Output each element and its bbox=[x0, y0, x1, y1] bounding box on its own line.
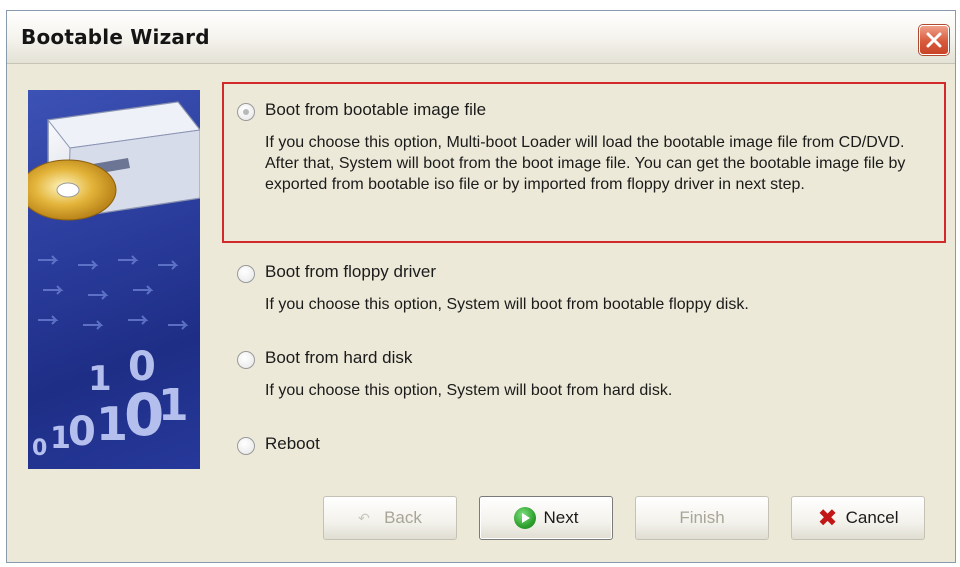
svg-text:0: 0 bbox=[68, 409, 96, 455]
cancel-button[interactable]: ✖ Cancel bbox=[791, 496, 925, 540]
bootable-wizard-dialog: Bootable Wizard 0 1 0 1 0 1 1 0 Boot fro… bbox=[6, 10, 956, 563]
finish-button[interactable]: Finish bbox=[635, 496, 769, 540]
radio-boot-from-image[interactable] bbox=[237, 103, 255, 121]
close-button[interactable] bbox=[919, 25, 949, 55]
back-button[interactable]: ↶ Back bbox=[323, 496, 457, 540]
option-label[interactable]: Reboot bbox=[265, 434, 320, 454]
option-label[interactable]: Boot from hard disk bbox=[265, 348, 412, 368]
radio-boot-from-hard-disk[interactable] bbox=[237, 351, 255, 369]
wizard-banner-image: 0 1 0 1 0 1 1 0 bbox=[28, 90, 200, 469]
option-description: If you choose this option, System will b… bbox=[265, 296, 749, 313]
option-label[interactable]: Boot from floppy driver bbox=[265, 262, 436, 282]
back-arrow-icon: ↶ bbox=[358, 510, 370, 526]
svg-text:1: 1 bbox=[88, 359, 112, 399]
svg-text:1: 1 bbox=[158, 380, 189, 431]
title-bar[interactable]: Bootable Wizard bbox=[7, 11, 955, 64]
back-button-label: Back bbox=[384, 508, 422, 527]
option-description: If you choose this option, Multi-boot Lo… bbox=[265, 134, 906, 193]
window-title: Bootable Wizard bbox=[21, 25, 210, 49]
cancel-button-label: Cancel bbox=[845, 508, 899, 527]
svg-text:0: 0 bbox=[32, 436, 47, 461]
radio-reboot[interactable] bbox=[237, 437, 255, 455]
dialog-body: 0 1 0 1 0 1 1 0 Boot from bootable image… bbox=[7, 64, 955, 562]
close-icon bbox=[926, 32, 942, 48]
option-label[interactable]: Boot from bootable image file bbox=[265, 100, 486, 120]
option-description: If you choose this option, System will b… bbox=[265, 382, 673, 399]
radio-boot-from-floppy[interactable] bbox=[237, 265, 255, 283]
svg-text:0: 0 bbox=[128, 344, 156, 390]
next-button-label: Next bbox=[543, 508, 579, 527]
red-x-icon: ✖ bbox=[817, 504, 838, 532]
green-arrow-icon bbox=[513, 507, 536, 529]
next-button[interactable]: Next bbox=[479, 496, 613, 540]
finish-button-label: Finish bbox=[679, 508, 725, 527]
